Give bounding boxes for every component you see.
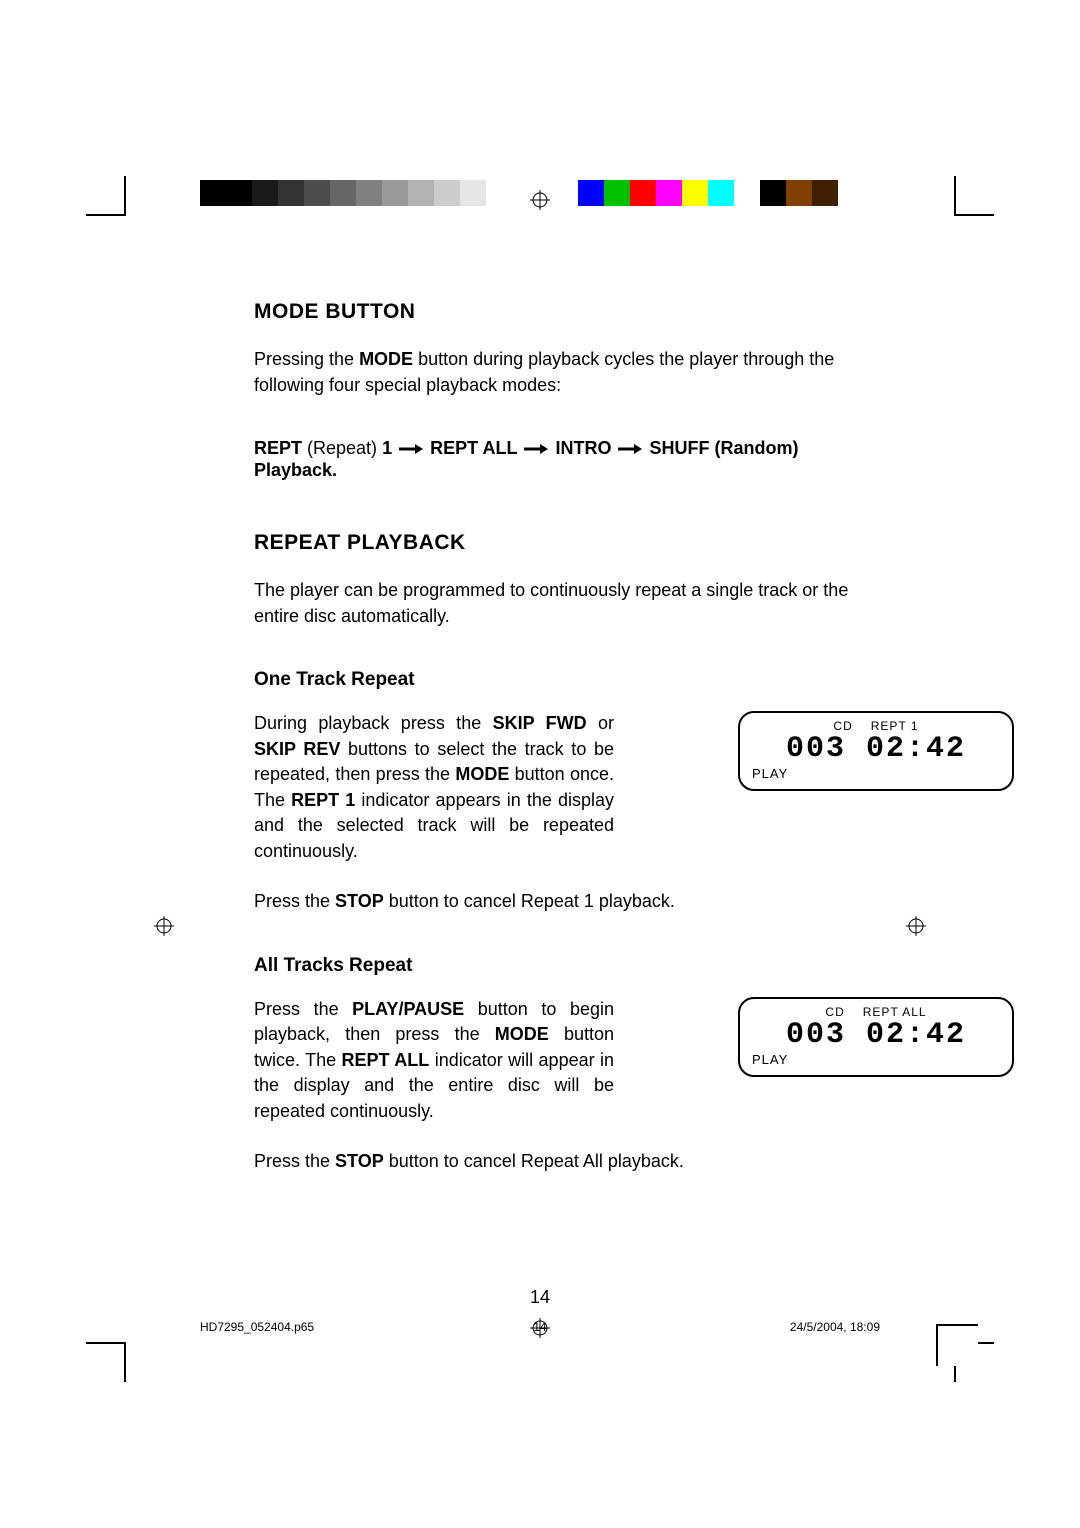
arrow-right-icon: [618, 439, 642, 460]
mode-cycle-sequence: REPT (Repeat) 1 REPT ALL INTRO SHUFF (Ra…: [254, 438, 874, 481]
arrow-right-icon: [399, 439, 423, 460]
registration-cross-icon: [530, 1318, 550, 1338]
lcd-display-rept-all: CDREPT ALL 003 02:42 PLAY: [738, 997, 1014, 1077]
print-registration-bottom: [0, 1308, 1080, 1378]
crop-mark: [954, 176, 956, 214]
one-track-paragraph: During playback press the SKIP FWD or SK…: [254, 711, 614, 864]
crop-mark: [86, 1342, 126, 1344]
all-tracks-block: Press the PLAY/PAUSE button to begin pla…: [254, 997, 874, 1125]
lcd-top-line: CDREPT ALL: [752, 1005, 1000, 1019]
one-track-block: During playback press the SKIP FWD or SK…: [254, 711, 874, 864]
all-tracks-paragraph: Press the PLAY/PAUSE button to begin pla…: [254, 997, 614, 1125]
lcd-top-line: CDREPT 1: [752, 719, 1000, 733]
registration-cross-icon: [530, 190, 550, 210]
lcd-play-indicator: PLAY: [752, 766, 1000, 781]
repeat-intro-paragraph: The player can be programmed to continuo…: [254, 577, 874, 629]
all-tracks-cancel: Press the STOP button to cancel Repeat A…: [254, 1148, 874, 1174]
registration-cross-icon: [154, 916, 174, 936]
mode-intro-paragraph: Pressing the MODE button during playback…: [254, 346, 874, 398]
color-ramp: [578, 180, 838, 206]
print-registration-top: [0, 180, 1080, 230]
heading-all-tracks-repeat: All Tracks Repeat: [254, 955, 874, 977]
page-number: 14: [0, 1287, 1080, 1308]
heading-mode-button: MODE BUTTON: [254, 300, 874, 324]
crop-mark: [936, 1324, 978, 1366]
crop-mark: [86, 214, 126, 216]
lcd-display-rept1: CDREPT 1 003 02:42 PLAY: [738, 711, 1014, 791]
crop-mark: [124, 176, 126, 214]
greyscale-ramp: [200, 180, 512, 206]
lcd-segment-readout: 003 02:42: [752, 1019, 1000, 1052]
one-track-cancel: Press the STOP button to cancel Repeat 1…: [254, 888, 874, 914]
lcd-segment-readout: 003 02:42: [752, 733, 1000, 766]
heading-repeat-playback: REPEAT PLAYBACK: [254, 531, 874, 555]
heading-one-track-repeat: One Track Repeat: [254, 669, 874, 691]
lcd-play-indicator: PLAY: [752, 1052, 1000, 1067]
page-content: MODE BUTTON Pressing the MODE button dur…: [254, 300, 874, 1214]
crop-mark: [124, 1344, 126, 1382]
crop-mark: [954, 214, 994, 216]
arrow-right-icon: [524, 439, 548, 460]
registration-cross-icon: [906, 916, 926, 936]
